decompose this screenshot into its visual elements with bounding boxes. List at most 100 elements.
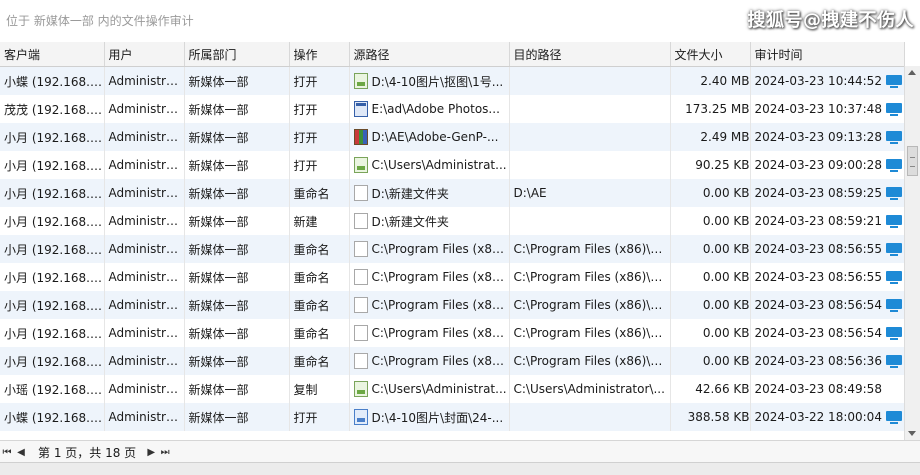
audit-time-text: 2024-03-23 09:00:28 bbox=[754, 158, 882, 172]
column-header-user[interactable]: 用户 bbox=[104, 42, 185, 67]
cell-dest-path: D:\AE bbox=[509, 179, 671, 207]
table-row[interactable]: 小瑶 (192.168.3... Administra... 新媒体一部 复制 C:\U… bbox=[0, 375, 905, 403]
monitor-icon[interactable] bbox=[885, 186, 902, 200]
monitor-icon[interactable] bbox=[885, 158, 902, 172]
image-file-icon bbox=[353, 157, 368, 173]
cell-audit-time: 2024-03-23 10:44:52 bbox=[750, 66, 905, 95]
cell-audit-time: 2024-03-23 08:59:21 bbox=[750, 207, 905, 235]
table-row[interactable]: 小月 (192.168.3... Administra... 新媒体一部 重命名 C:\… bbox=[0, 263, 905, 291]
cell-source-path: C:\Program Files (x86... bbox=[349, 319, 510, 347]
source-path-text: C:\Program Files (x86... bbox=[371, 270, 509, 284]
cell-source-path: C:\Users\Administrat... bbox=[349, 375, 510, 403]
first-page-icon[interactable]: ⏮ bbox=[0, 444, 14, 460]
monitor-icon[interactable] bbox=[885, 130, 902, 144]
cell-dept: 新媒体一部 bbox=[184, 319, 290, 347]
table-row[interactable]: 小月 (192.168.3... Administra... 新媒体一部 重命名 C:\… bbox=[0, 347, 905, 375]
column-header-file-size[interactable]: 文件大小 bbox=[670, 42, 751, 67]
cell-operation: 打开 bbox=[289, 95, 350, 123]
cell-audit-time: 2024-03-23 09:00:28 bbox=[750, 151, 905, 179]
table-row[interactable]: 茂茂 (192.168.3... Administra... 新媒体一部 打开 E:\a… bbox=[0, 95, 905, 123]
cell-operation: 重命名 bbox=[289, 235, 350, 263]
scroll-thumb[interactable] bbox=[907, 146, 918, 176]
table-row[interactable]: 小月 (192.168.3... Administra... 新媒体一部 重命名 D:\… bbox=[0, 179, 905, 207]
cell-file-size: 0.00 KB bbox=[670, 179, 751, 207]
table-row[interactable]: 小月 (192.168.3... Administra... 新媒体一部 重命名 C:\… bbox=[0, 291, 905, 319]
table-row[interactable]: 小月 (192.168.3... Administra... 新媒体一部 打开 D:\A… bbox=[0, 123, 905, 151]
cell-file-size: 0.00 KB bbox=[670, 347, 751, 375]
audit-time-text: 2024-03-23 08:49:58 bbox=[754, 382, 882, 396]
cell-source-path: E:\ad\Adobe Photos... bbox=[349, 95, 510, 123]
audit-time-text: 2024-03-23 08:56:55 bbox=[754, 242, 882, 256]
search-input[interactable]: 位于 新媒体一部 内的文件操作审计 bbox=[0, 8, 426, 34]
cell-dept: 新媒体一部 bbox=[184, 123, 290, 151]
monitor-icon[interactable] bbox=[885, 326, 902, 340]
monitor-icon[interactable] bbox=[885, 410, 902, 424]
cell-client: 小月 (192.168.3... bbox=[0, 123, 105, 151]
audit-time-text: 2024-03-23 09:13:28 bbox=[754, 130, 882, 144]
column-header-dept[interactable]: 所属部门 bbox=[184, 42, 290, 67]
table-row[interactable]: 小蝶 (192.168.3... Administra... 新媒体一部 打开 D:\4… bbox=[0, 66, 905, 95]
tif-file-icon bbox=[353, 409, 368, 425]
cell-user: Administra... bbox=[104, 95, 185, 123]
pagination-bar: ⏮ ◀ 第 1 页，共 18 页 ▶ ⏭ bbox=[0, 440, 920, 463]
cell-user: Administra... bbox=[104, 151, 185, 179]
doc-file-icon bbox=[353, 297, 368, 313]
scroll-up-arrow-icon[interactable] bbox=[908, 70, 916, 75]
cell-dest-path: C:\Program Files (x86)\C... bbox=[509, 235, 671, 263]
column-header-client[interactable]: 客户端 bbox=[0, 42, 105, 67]
table-row[interactable]: 小月 (192.168.3... Administra... 新媒体一部 打开 C:\U… bbox=[0, 151, 905, 179]
audit-time-text: 2024-03-23 08:56:36 bbox=[754, 354, 882, 368]
cell-dest-path: C:\Users\Administrator\... bbox=[509, 375, 671, 403]
audit-time-text: 2024-03-23 08:59:25 bbox=[754, 186, 882, 200]
table-row[interactable]: 小月 (192.168.3... Administra... 新媒体一部 新建 D:\新… bbox=[0, 207, 905, 235]
cell-audit-time: 2024-03-23 08:56:55 bbox=[750, 263, 905, 291]
vertical-scrollbar[interactable] bbox=[904, 66, 920, 440]
cell-dept: 新媒体一部 bbox=[184, 263, 290, 291]
cell-operation: 重命名 bbox=[289, 347, 350, 375]
monitor-icon[interactable] bbox=[885, 74, 902, 88]
cell-audit-time: 2024-03-23 08:49:58 bbox=[750, 375, 905, 403]
cell-dept: 新媒体一部 bbox=[184, 291, 290, 319]
cell-source-path: C:\Program Files (x86... bbox=[349, 235, 510, 263]
column-header-operation[interactable]: 操作 bbox=[289, 42, 350, 67]
cell-user: Administra... bbox=[104, 347, 185, 375]
column-header-dest-path[interactable]: 目的路径 bbox=[509, 42, 671, 67]
doc-file-icon bbox=[353, 269, 368, 285]
cell-dest-path: C:\Program Files (x86)\C... bbox=[509, 263, 671, 291]
table-row[interactable]: 小蝶 (192.168.3... Administra... 新媒体一部 打开 D:\4… bbox=[0, 403, 905, 431]
table-row[interactable]: 小月 (192.168.3... Administra... 新媒体一部 重命名 C:\… bbox=[0, 319, 905, 347]
cell-user: Administra... bbox=[104, 66, 185, 95]
cell-dest-path bbox=[509, 66, 671, 95]
prev-page-icon[interactable]: ◀ bbox=[14, 444, 28, 460]
source-path-text: C:\Users\Administrat... bbox=[371, 382, 507, 396]
scroll-down-arrow-icon[interactable] bbox=[908, 431, 916, 436]
last-page-icon[interactable]: ⏭ bbox=[158, 444, 172, 460]
cell-source-path: C:\Program Files (x86... bbox=[349, 347, 510, 375]
source-path-text: C:\Program Files (x86... bbox=[371, 242, 509, 256]
cell-client: 小月 (192.168.3... bbox=[0, 347, 105, 375]
monitor-icon[interactable] bbox=[885, 102, 902, 116]
cell-client: 小月 (192.168.3... bbox=[0, 179, 105, 207]
monitor-icon[interactable] bbox=[885, 214, 902, 228]
cell-file-size: 0.00 KB bbox=[670, 207, 751, 235]
monitor-icon[interactable] bbox=[885, 298, 902, 312]
monitor-icon[interactable] bbox=[885, 354, 902, 368]
cell-audit-time: 2024-03-23 08:56:54 bbox=[750, 291, 905, 319]
cell-dest-path bbox=[509, 151, 671, 179]
cell-operation: 打开 bbox=[289, 403, 350, 431]
cell-client: 茂茂 (192.168.3... bbox=[0, 95, 105, 123]
cell-user: Administra... bbox=[104, 375, 185, 403]
monitor-icon[interactable] bbox=[885, 270, 902, 284]
image-file-icon bbox=[353, 381, 368, 397]
audit-time-text: 2024-03-23 10:37:48 bbox=[754, 102, 882, 116]
cell-user: Administra... bbox=[104, 263, 185, 291]
cell-operation: 复制 bbox=[289, 375, 350, 403]
cell-client: 小月 (192.168.3... bbox=[0, 235, 105, 263]
column-header-audit-time[interactable]: 审计时间 bbox=[750, 42, 905, 67]
monitor-icon[interactable] bbox=[885, 242, 902, 256]
column-header-source-path[interactable]: 源路径 bbox=[349, 42, 510, 67]
cell-file-size: 173.25 MB bbox=[670, 95, 751, 123]
cell-user: Administra... bbox=[104, 235, 185, 263]
next-page-icon[interactable]: ▶ bbox=[144, 444, 158, 460]
table-row[interactable]: 小月 (192.168.3... Administra... 新媒体一部 重命名 C:\… bbox=[0, 235, 905, 263]
